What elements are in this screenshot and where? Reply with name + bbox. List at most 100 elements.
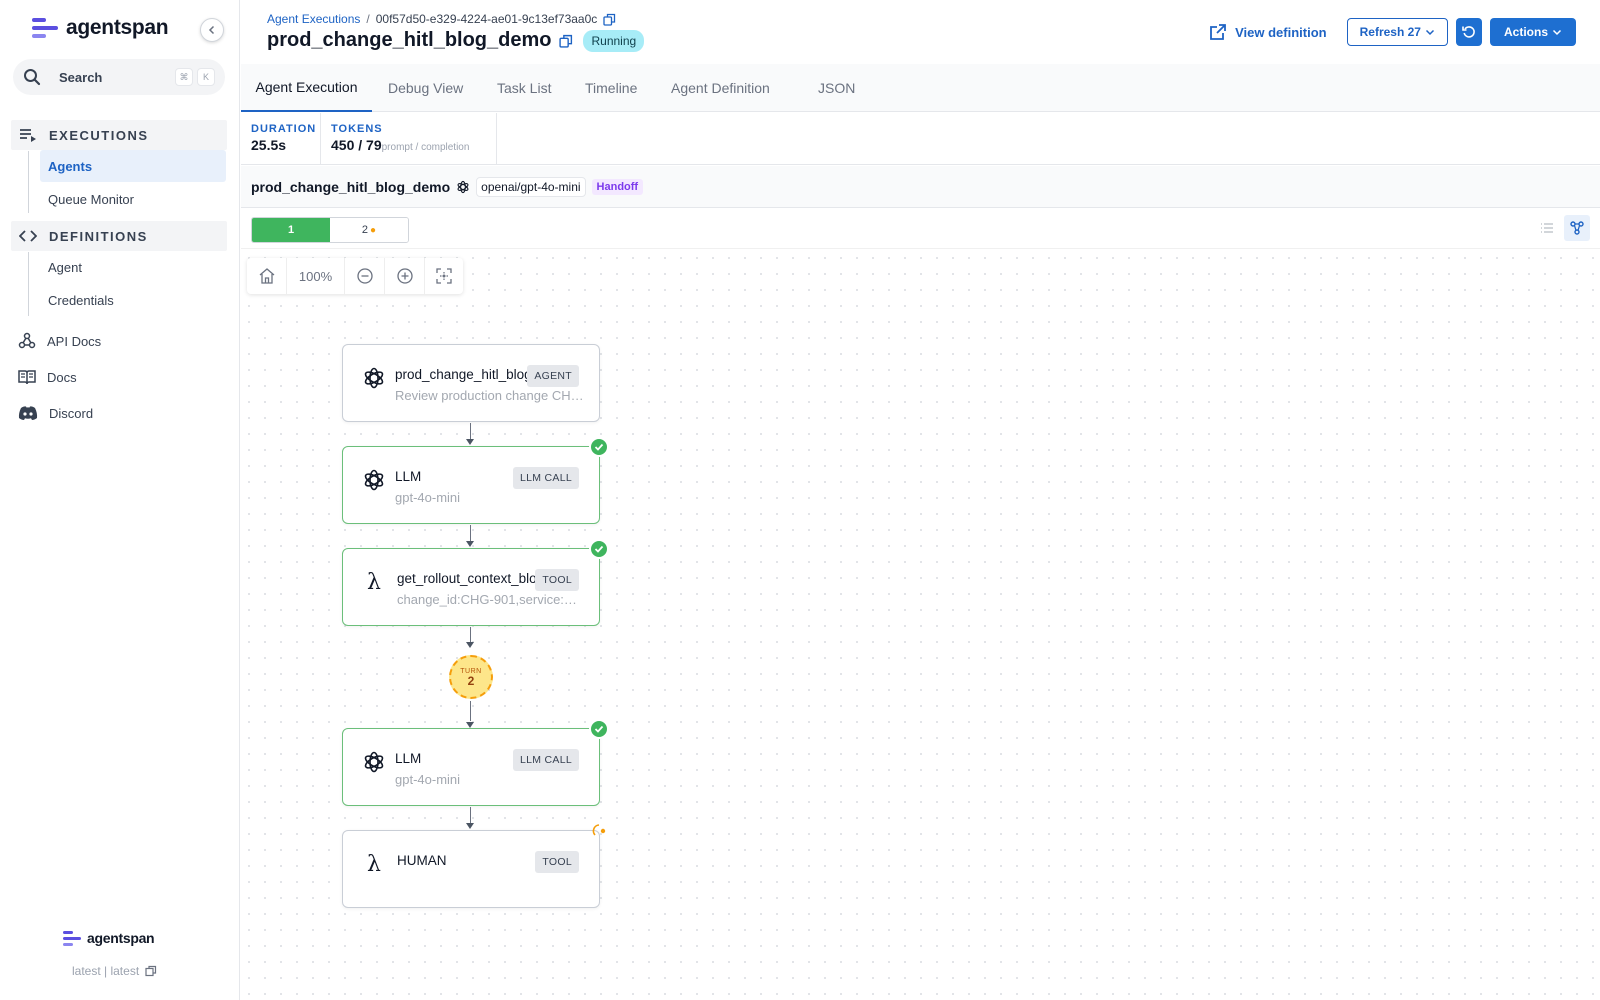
rerun-button[interactable] (1455, 18, 1482, 46)
home-button[interactable] (247, 258, 287, 294)
node-title: prod_change_hitl_blog_demo (395, 367, 535, 382)
zoom-out-icon (356, 268, 373, 284)
node-subtitle: change_id:CHG-901,service:checkout (397, 592, 583, 607)
graph-node-llm-2[interactable]: LLM gpt-4o-mini LLM CALL (342, 719, 609, 806)
node-title: HUMAN (397, 853, 447, 868)
main-content: Agent Executions / 00f57d50-e329-4224-ae… (241, 0, 1600, 1000)
node-subtitle: gpt-4o-mini (395, 772, 461, 787)
brand-logo-icon (63, 930, 83, 946)
zoom-out-button[interactable] (345, 258, 385, 294)
turn-tab-2[interactable]: 2 ● (330, 218, 408, 242)
refresh-icon (1462, 26, 1475, 38)
graph-node-llm-1[interactable]: LLM gpt-4o-mini LLM CALL (342, 437, 609, 524)
executions-icon (20, 129, 36, 142)
graph-node-agent[interactable]: prod_change_hitl_blog_demo Review produc… (342, 344, 600, 422)
edge-connector (470, 807, 471, 824)
list-view-button[interactable] (1534, 215, 1560, 241)
sidebar-item-api-docs[interactable]: API Docs (18, 327, 218, 355)
copy-title-icon[interactable] (559, 34, 573, 48)
metric-tokens-sub: prompt / completion (381, 142, 470, 153)
graph-node-tool-rollout[interactable]: λ get_rollout_context_blog change_id:CHG… (342, 539, 609, 626)
metric-duration: DURATION 25.5s (241, 113, 321, 165)
zoom-toolbar: 100% (247, 258, 463, 294)
view-definition-link[interactable]: View definition (1209, 23, 1327, 41)
breadcrumb-execution-id: 00f57d50-e329-4224-ae01-9c13ef73aa0c (375, 12, 598, 26)
sidebar-item-discord[interactable]: Discord (18, 399, 218, 427)
tree-line (28, 151, 29, 213)
graph-node-human[interactable]: λ HUMAN TOOL (342, 824, 606, 908)
edge-connector (470, 701, 471, 721)
node-badge: TOOL (535, 569, 579, 591)
node-title: get_rollout_context_blog (397, 571, 537, 586)
tab-task-list[interactable]: Task List (497, 64, 551, 112)
metrics-bar: DURATION 25.5s TOKENS 450 / 79prompt / c… (241, 113, 1600, 165)
sidebar-item-queue-monitor[interactable]: Queue Monitor (40, 183, 226, 215)
turn-marker: TURN 2 (449, 655, 493, 699)
tab-agent-execution[interactable]: Agent Execution (241, 64, 372, 112)
copy-id-icon[interactable] (603, 13, 616, 26)
nav-section-definitions[interactable]: DEFINITIONS (11, 221, 227, 251)
running-dot-icon: ● (370, 224, 377, 236)
sidebar-item-docs[interactable]: Docs (18, 363, 218, 391)
tab-timeline[interactable]: Timeline (585, 64, 637, 112)
actions-button[interactable]: Actions (1489, 18, 1576, 46)
nav-section-executions[interactable]: EXECUTIONS (11, 120, 227, 150)
footer-logo: agentspan (63, 930, 155, 946)
node-badge: AGENT (527, 365, 579, 387)
brand-logo[interactable]: agentspan (32, 16, 169, 40)
search-label: Search (59, 69, 103, 85)
search-box[interactable]: Search ⌘ K (13, 59, 225, 95)
search-icon (24, 69, 41, 86)
edge-arrow-icon (466, 439, 474, 445)
lambda-icon: λ (367, 851, 381, 877)
turn-tab-1[interactable]: 1 (252, 218, 330, 242)
page-header: Agent Executions / 00f57d50-e329-4224-ae… (241, 0, 1600, 64)
model-chip: openai/gpt-4o-mini (476, 176, 586, 197)
metric-duration-value: 25.5s (251, 137, 287, 153)
shortcut-key-cmd: ⌘ (175, 68, 193, 86)
chevron-left-icon (208, 25, 215, 35)
nav-section-definitions-label: DEFINITIONS (49, 228, 148, 244)
fit-view-icon (436, 268, 452, 284)
edge-connector (470, 627, 471, 643)
nav-section-executions-label: EXECUTIONS (49, 127, 149, 143)
footer-brand-name: agentspan (87, 930, 155, 946)
graph-canvas[interactable]: 100% prod_change_hitl_blog_demo Review p… (241, 250, 1600, 1000)
metric-tokens-value: 450 / 79 (331, 137, 382, 153)
fit-view-button[interactable] (425, 258, 463, 294)
agent-info-row: prod_change_hitl_blog_demo openai/gpt-4o… (241, 166, 1600, 208)
zoom-in-button[interactable] (385, 258, 425, 294)
node-badge: LLM CALL (512, 749, 579, 771)
sidebar-item-label: API Docs (47, 333, 102, 349)
view-definition-label: View definition (1235, 24, 1327, 40)
collapse-sidebar-button[interactable] (200, 18, 224, 42)
refresh-button[interactable]: Refresh 27 (1346, 18, 1448, 46)
graph-view-button[interactable] (1564, 215, 1590, 241)
book-icon (18, 370, 36, 385)
edge-connector (470, 423, 471, 440)
loading-spinner-icon (591, 823, 607, 839)
copy-icon[interactable] (145, 965, 157, 977)
tab-agent-definition[interactable]: Agent Definition (671, 64, 770, 112)
tab-bar: Agent Execution Debug View Task List Tim… (241, 64, 1600, 112)
sidebar-item-label: Discord (49, 405, 94, 421)
edge-arrow-icon (466, 642, 474, 648)
sidebar-item-agent[interactable]: Agent (40, 251, 226, 283)
tab-debug-view[interactable]: Debug View (388, 64, 463, 112)
discord-icon (18, 406, 38, 420)
lambda-icon: λ (367, 569, 381, 595)
sidebar-item-credentials[interactable]: Credentials (40, 284, 226, 316)
node-badge: LLM CALL (512, 467, 579, 489)
status-badge: Running (583, 29, 645, 52)
edge-arrow-icon (466, 823, 474, 829)
breadcrumb-agent-executions[interactable]: Agent Executions (267, 12, 360, 26)
turn-selector-row: 1 2 ● (241, 209, 1600, 249)
brand-logo-icon (32, 16, 60, 40)
openai-icon (361, 749, 387, 775)
sidebar-item-agents[interactable]: Agents (40, 150, 226, 182)
node-subtitle: Review production change CHG-901 (395, 388, 585, 403)
check-icon (589, 719, 609, 739)
breadcrumb: Agent Executions / 00f57d50-e329-4224-ae… (267, 12, 616, 26)
sidebar-item-label: Docs (47, 369, 77, 385)
tab-json[interactable]: JSON (818, 64, 855, 112)
